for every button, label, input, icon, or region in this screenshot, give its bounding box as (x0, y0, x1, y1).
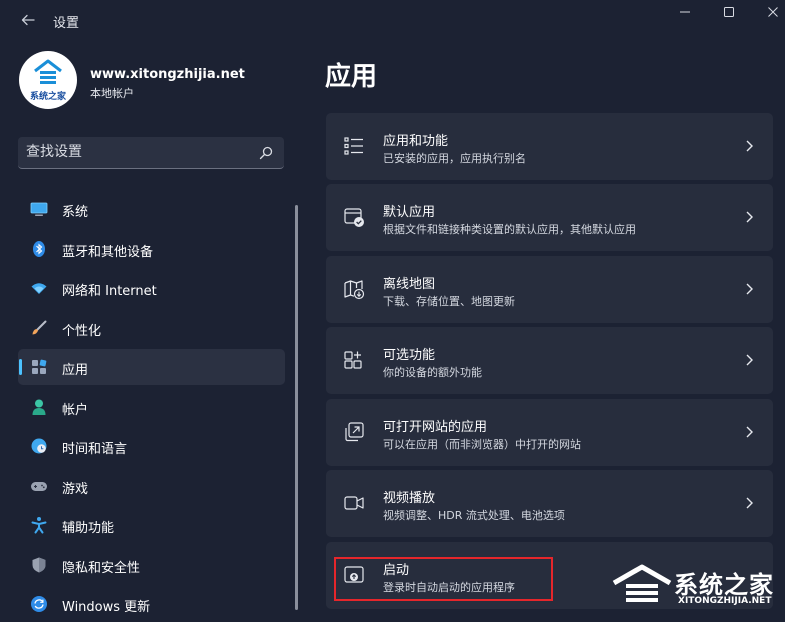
window-title: 设置 (53, 16, 80, 31)
chevron-right-icon (746, 354, 753, 366)
sidebar-item-time-language[interactable]: 时间和语言 (18, 428, 285, 464)
sidebar-item-label: 隐私和安全性 (62, 561, 141, 576)
gamepad-icon (31, 482, 47, 491)
active-indicator (19, 359, 22, 375)
brush-icon (32, 320, 47, 335)
card-title: 可打开网站的应用 (383, 420, 488, 435)
sidebar-item-bluetooth[interactable]: 蓝牙和其他设备 (18, 231, 285, 267)
avatar[interactable]: 系统之家 (19, 51, 77, 109)
sidebar-scrollbar[interactable] (295, 205, 298, 610)
sidebar-item-label: 蓝牙和其他设备 (62, 245, 154, 260)
card-subtitle: 根据文件和链接种类设置的默认应用，其他默认应用 (383, 223, 636, 236)
card-subtitle: 已安装的应用，应用执行别名 (383, 152, 526, 165)
highlight-box (334, 557, 553, 601)
sidebar-item-label: 应用 (62, 363, 89, 378)
chevron-right-icon (746, 497, 753, 509)
card-title: 视频播放 (383, 491, 436, 506)
shield-icon (32, 557, 46, 573)
map-icon (344, 280, 365, 300)
account-type: 本地帐户 (90, 87, 134, 100)
watermark-url: XITONGZHIJIA.NET (678, 596, 772, 606)
update-icon (31, 596, 47, 612)
sidebar-item-label: 系统 (62, 205, 89, 220)
title-bar: 设置 (0, 0, 785, 42)
sidebar-item-privacy[interactable]: 隐私和安全性 (18, 547, 285, 583)
card-title: 离线地图 (383, 277, 436, 292)
page-title: 应用 (325, 62, 378, 92)
card-apps-for-websites[interactable]: 可打开网站的应用 可以在应用（而非浏览器）中打开的网站 (326, 399, 773, 466)
optional-features-icon (344, 351, 362, 369)
back-arrow-icon[interactable] (18, 8, 38, 32)
sidebar-item-label: 辅助功能 (62, 521, 115, 536)
watermark-text: 系统之家 (674, 571, 774, 599)
video-icon (344, 496, 364, 510)
wifi-icon (31, 283, 47, 294)
card-title: 可选功能 (383, 348, 436, 363)
chevron-right-icon (746, 426, 753, 438)
sidebar-item-windows-update[interactable]: Windows 更新 (18, 586, 285, 622)
sidebar-item-accounts[interactable]: 帐户 (18, 389, 285, 425)
watermark-logo-icon (612, 564, 672, 602)
card-optional-features[interactable]: 可选功能 你的设备的额外功能 (326, 327, 773, 394)
sidebar-item-system[interactable]: 系统 (18, 191, 285, 227)
sidebar-item-accessibility[interactable]: 辅助功能 (18, 507, 285, 543)
sidebar-item-network[interactable]: 网络和 Internet (18, 270, 285, 306)
card-subtitle: 可以在应用（而非浏览器）中打开的网站 (383, 438, 581, 451)
chevron-right-icon (746, 140, 753, 152)
sidebar-item-apps[interactable]: 应用 (18, 349, 285, 385)
card-apps-features[interactable]: 应用和功能 已安装的应用，应用执行别名 (326, 113, 773, 180)
search-icon[interactable] (258, 145, 274, 161)
avatar-logo-text: 系统之家 (29, 92, 66, 102)
bluetooth-icon (33, 241, 45, 257)
chevron-right-icon (746, 283, 753, 295)
list-icon (344, 137, 363, 155)
card-subtitle: 视频调整、HDR 流式处理、电池选项 (383, 509, 565, 522)
chevron-right-icon (746, 211, 753, 223)
default-apps-icon (344, 208, 364, 227)
accessibility-icon (31, 517, 47, 534)
card-default-apps[interactable]: 默认应用 根据文件和链接种类设置的默认应用，其他默认应用 (326, 184, 773, 251)
card-offline-maps[interactable]: 离线地图 下载、存储位置、地图更新 (326, 256, 773, 323)
search-box[interactable] (18, 137, 284, 169)
sidebar-item-gaming[interactable]: 游戏 (18, 468, 285, 504)
card-subtitle: 你的设备的额外功能 (383, 366, 482, 379)
search-input[interactable] (26, 141, 246, 163)
logo-icon (34, 59, 62, 84)
globe-clock-icon (31, 438, 47, 454)
open-external-icon (345, 422, 364, 442)
close-button[interactable] (758, 4, 785, 24)
apps-icon (32, 359, 47, 374)
sidebar-item-label: 帐户 (62, 403, 89, 418)
sidebar-item-label: 个性化 (62, 324, 102, 339)
card-title: 默认应用 (383, 205, 436, 220)
sidebar-item-label: 网络和 Internet (62, 284, 157, 299)
person-icon (32, 399, 46, 415)
minimize-button[interactable] (670, 4, 700, 24)
card-subtitle: 下载、存储位置、地图更新 (383, 295, 515, 308)
maximize-button[interactable] (714, 4, 744, 24)
watermark: 系统之家 XITONGZHIJIA.NET (610, 563, 780, 611)
sidebar-item-label: 游戏 (62, 482, 89, 497)
card-title: 应用和功能 (383, 134, 449, 149)
profile-name: www.xitongzhijia.net (90, 67, 245, 82)
sidebar-item-label: Windows 更新 (62, 600, 151, 615)
sidebar-item-personalization[interactable]: 个性化 (18, 310, 285, 346)
monitor-icon (30, 202, 48, 216)
sidebar-item-label: 时间和语言 (62, 442, 128, 457)
card-video-playback[interactable]: 视频播放 视频调整、HDR 流式处理、电池选项 (326, 470, 773, 537)
